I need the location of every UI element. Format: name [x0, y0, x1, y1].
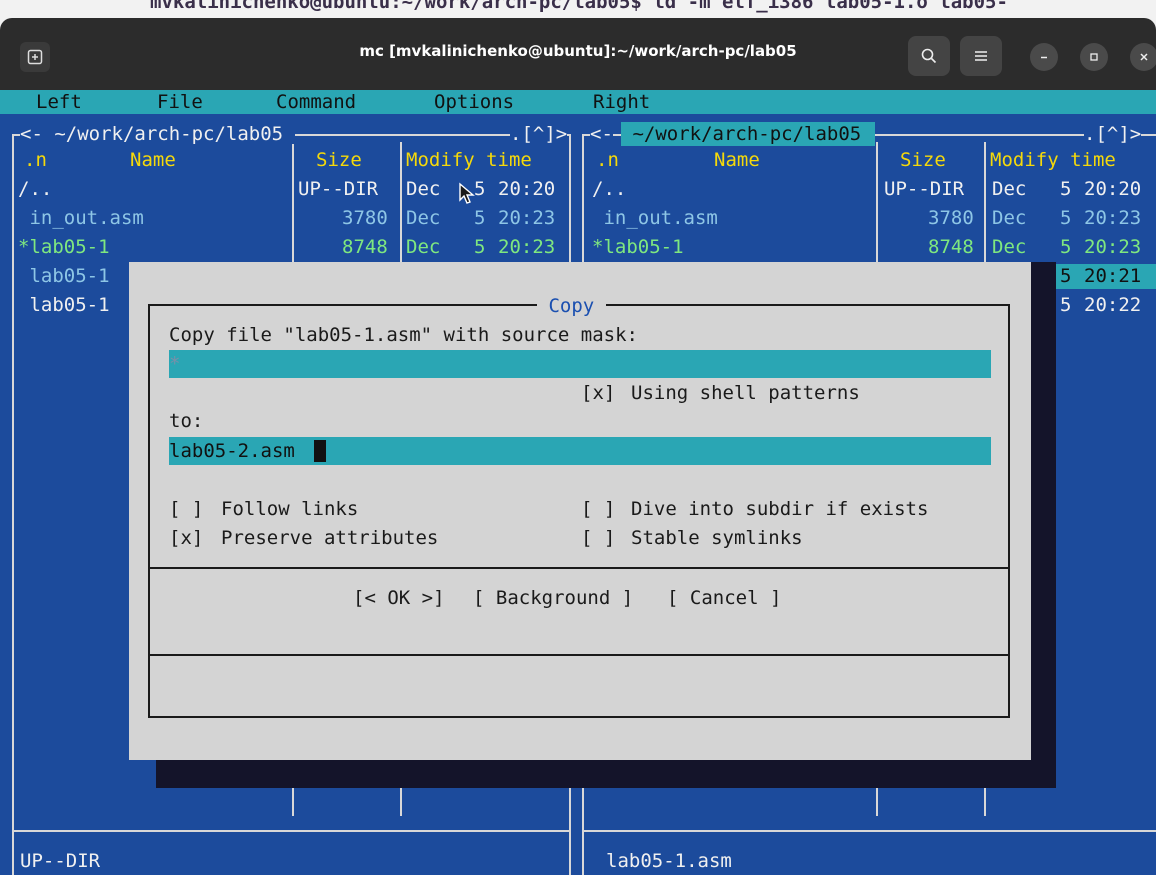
hamburger-icon: [975, 51, 987, 61]
right-row-name: /..: [592, 178, 627, 200]
maximize-button[interactable]: [1080, 43, 1108, 71]
left-row-time: 20:20: [498, 178, 556, 200]
right-panel-history-button[interactable]: .[^]>: [1084, 125, 1142, 144]
preserve-attributes-box: [x]: [169, 527, 204, 549]
dialog-title: Copy: [537, 295, 606, 317]
right-row-day: 5: [1060, 265, 1072, 287]
right-row-time: 20:23: [1084, 236, 1142, 258]
left-panel-history-button[interactable]: .[^]>: [510, 125, 568, 144]
menu-command[interactable]: Command: [276, 93, 356, 112]
left-row-size: 8748: [342, 236, 388, 258]
source-mask-input[interactable]: *: [169, 350, 991, 378]
dive-subdir-box: [ ]: [581, 498, 616, 520]
background-terminal-strip: mvkalinichenko@ubuntu:~/work/arch-pc/lab…: [0, 0, 1156, 18]
right-row-name: *lab05-1: [592, 236, 684, 258]
left-col-mtime[interactable]: Modify time: [406, 151, 532, 170]
source-mask-label: Copy file "lab05-1.asm" with source mask…: [169, 324, 638, 346]
background-terminal-text: mvkalinichenko@ubuntu:~/work/arch-pc/lab…: [150, 0, 1008, 13]
left-row-lab05-1-lst[interactable]: lab05-1: [18, 296, 109, 315]
right-panel-nav-left[interactable]: <-: [590, 125, 613, 144]
left-row-name: /..: [18, 178, 53, 200]
background-button[interactable]: [ Background ]: [473, 589, 633, 608]
right-row-time: 20:20: [1084, 178, 1142, 200]
left-row-day: 5: [474, 207, 486, 229]
right-row-name: in_out.asm: [592, 207, 718, 229]
left-panel-left-border: [12, 134, 14, 875]
right-col-mtime[interactable]: Modify time: [990, 151, 1116, 170]
destination-input[interactable]: lab05-2.asm: [169, 437, 991, 465]
destination-value: lab05-2.asm: [169, 440, 295, 462]
right-col-sort-indicator[interactable]: .n: [596, 151, 619, 170]
mc-menubar: Left File Command Options Right: [0, 90, 1156, 114]
left-row-month: Dec: [406, 207, 441, 229]
left-row-size: 3780: [342, 207, 388, 229]
left-panel-path[interactable]: <- ~/work/arch-pc/lab05: [20, 125, 295, 144]
left-row-time: 20:23: [498, 207, 556, 229]
left-row-time: 20:23: [498, 236, 556, 258]
dialog-separator-2: [148, 654, 1010, 656]
left-col-sort-indicator[interactable]: .n: [24, 151, 47, 170]
follow-links-label: Follow links: [221, 498, 359, 520]
left-col-name[interactable]: Name: [130, 151, 176, 170]
left-col-size[interactable]: Size: [316, 151, 362, 170]
source-mask-value: *: [169, 353, 181, 375]
dialog-separator-1: [148, 567, 1010, 569]
right-row-size: UP--DIR: [884, 178, 965, 200]
close-icon: [1140, 53, 1148, 61]
mouse-pointer-icon: [459, 182, 475, 204]
right-row-month: Dec: [992, 207, 1027, 229]
left-row-month: Dec: [406, 236, 441, 258]
right-row-size: 3780: [928, 207, 974, 229]
left-panel-status: UP--DIR: [20, 850, 101, 872]
maximize-icon: [1090, 53, 1098, 61]
left-row-lab05-1-asm[interactable]: lab05-1: [18, 267, 109, 286]
to-label: to:: [169, 410, 204, 432]
cancel-button[interactable]: [ Cancel ]: [667, 589, 781, 608]
stable-symlinks-label: Stable symlinks: [631, 527, 803, 549]
right-row-time: 20:21: [1084, 265, 1142, 287]
right-row-time: 20:22: [1084, 294, 1142, 316]
hamburger-menu-button[interactable]: [960, 36, 1002, 76]
left-row-name: *lab05-1: [18, 236, 110, 258]
dialog-frame-bottom: [148, 716, 1010, 718]
minimize-icon: [1041, 56, 1047, 59]
menu-right[interactable]: Right: [593, 93, 650, 112]
left-panel-status-separator: [12, 830, 570, 832]
search-button[interactable]: [908, 36, 950, 76]
right-col-size[interactable]: Size: [900, 151, 946, 170]
text-cursor: [314, 440, 326, 462]
shell-patterns-box: [x]: [581, 382, 616, 404]
right-row-month: Dec: [992, 236, 1027, 258]
right-panel-path[interactable]: ~/work/arch-pc/lab05: [621, 122, 875, 146]
right-panel-status-separator: [582, 830, 1156, 832]
terminal-area[interactable]: Left File Command Options Right <- ~/wor…: [0, 90, 1156, 875]
window-titlebar: mc [mvkalinichenko@ubuntu]:~/work/arch-p…: [0, 18, 1156, 90]
left-row-day: 5: [474, 236, 486, 258]
right-row-time: 20:23: [1084, 207, 1142, 229]
left-row-size: UP--DIR: [298, 178, 379, 200]
right-row-day: 5: [1060, 207, 1072, 229]
dive-subdir-label: Dive into subdir if exists: [631, 498, 929, 520]
close-button[interactable]: [1130, 43, 1156, 71]
menu-options[interactable]: Options: [434, 93, 514, 112]
right-panel-status: lab05-1.asm: [606, 850, 732, 872]
right-row-day: 5: [1060, 294, 1072, 316]
follow-links-box: [ ]: [169, 498, 204, 520]
minimize-button[interactable]: [1030, 43, 1058, 71]
preserve-attributes-label: Preserve attributes: [221, 527, 439, 549]
shell-patterns-label: Using shell patterns: [631, 382, 860, 404]
right-row-month: Dec: [992, 178, 1027, 200]
search-icon: [921, 48, 937, 64]
copy-dialog: Copy Copy file "lab05-1.asm" with source…: [129, 262, 1031, 760]
right-row-size: 8748: [928, 236, 974, 258]
menu-file[interactable]: File: [157, 93, 203, 112]
right-row-day: 5: [1060, 178, 1072, 200]
stable-symlinks-box: [ ]: [581, 527, 616, 549]
right-row-day: 5: [1060, 236, 1072, 258]
left-row-month: Dec: [406, 178, 441, 200]
menu-left[interactable]: Left: [36, 93, 82, 112]
ok-button[interactable]: [< OK >]: [353, 589, 445, 608]
right-col-name[interactable]: Name: [714, 151, 760, 170]
left-row-name: in_out.asm: [18, 207, 144, 229]
